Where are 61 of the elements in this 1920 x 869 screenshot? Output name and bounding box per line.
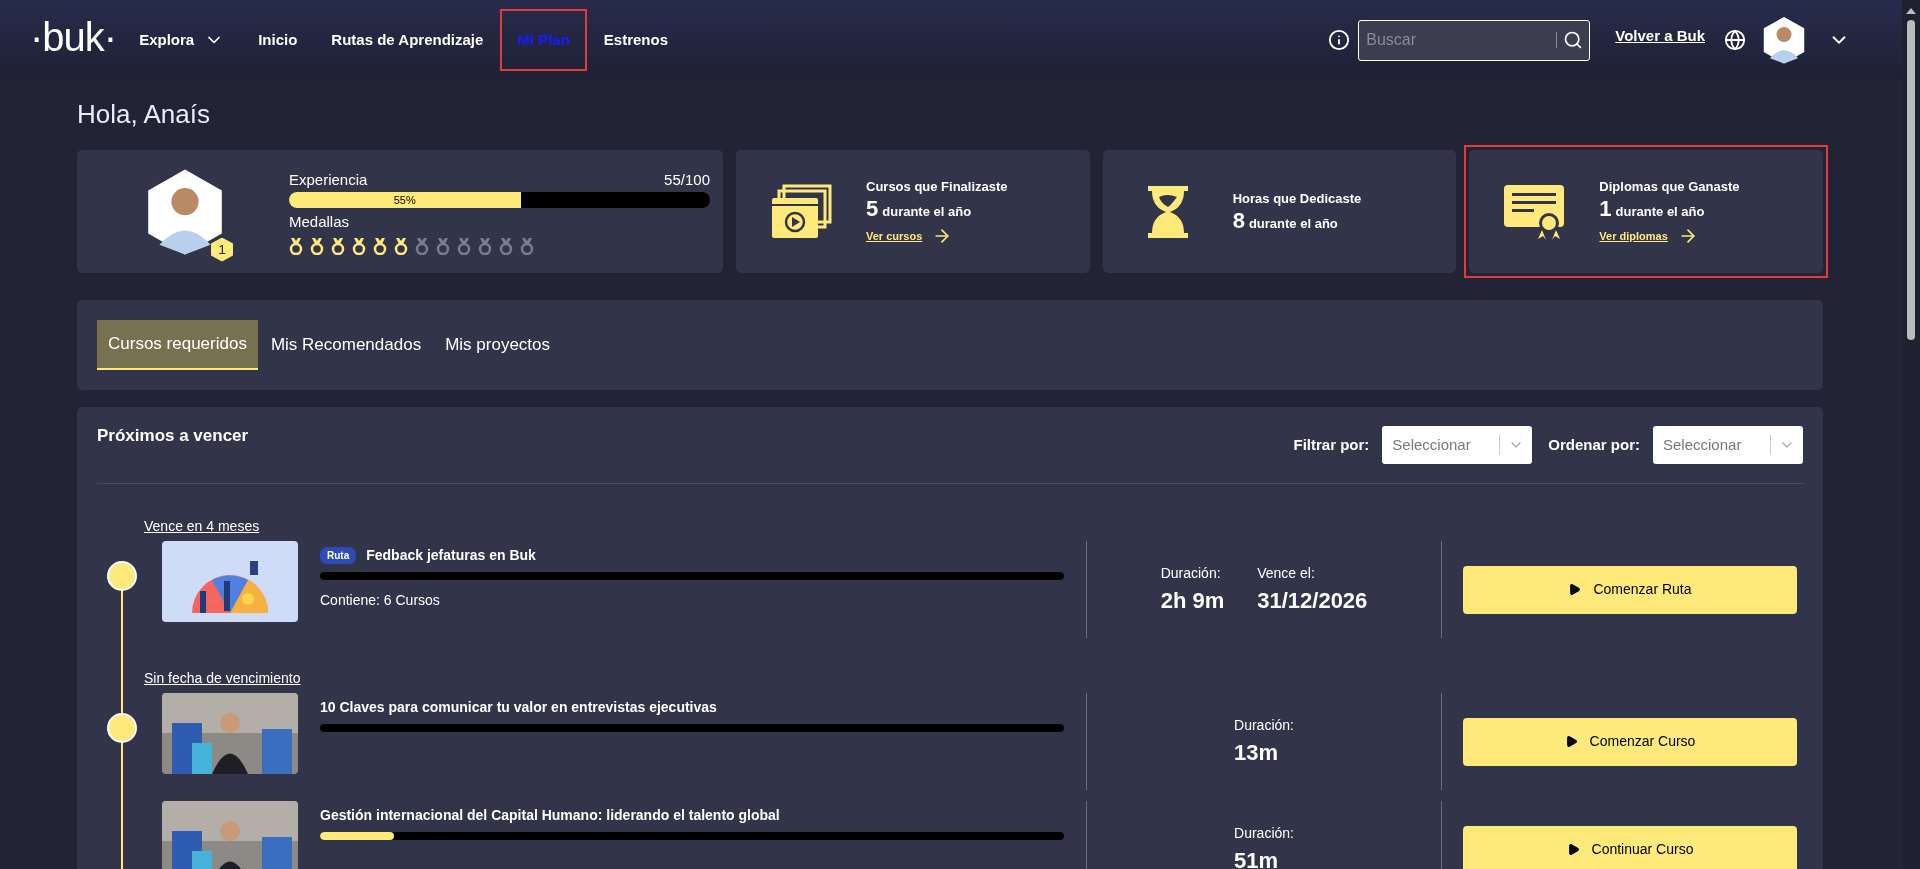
start-button[interactable]: Comenzar Curso — [1463, 717, 1797, 766]
video-windows-icon — [770, 183, 832, 240]
stat-suffix: durante el año — [882, 203, 972, 222]
experience-percent: 55% — [393, 193, 416, 208]
tab[interactable]: Mis proyectos — [434, 320, 562, 370]
experience-value: 55/100 — [664, 169, 710, 190]
group-heading: Sin fecha de vencimiento — [144, 669, 302, 688]
nav-link[interactable]: Inicio — [246, 28, 310, 52]
logo[interactable]: ·buk· — [30, 17, 117, 57]
due-label: Vence el: — [1257, 563, 1316, 583]
filter-dropdown[interactable]: Seleccionar — [1382, 426, 1533, 464]
group-heading: Vence en 4 meses — [144, 517, 261, 536]
hourglass-icon — [1146, 184, 1189, 239]
filter-label: Filtrar por: — [1293, 434, 1370, 455]
tab[interactable]: Mis Recomendados — [259, 320, 433, 370]
list-title: Próximos a vencer — [97, 425, 249, 448]
stat-title: Horas que Dedicaste — [1232, 189, 1362, 208]
nav-link[interactable]: Explora — [127, 28, 237, 52]
nav-link[interactable]: Estrenos — [591, 28, 681, 52]
stat-title: Diplomas que Ganaste — [1599, 177, 1740, 196]
info-icon[interactable] — [1328, 29, 1351, 51]
play-icon — [1568, 583, 1582, 596]
stat-suffix: durante el año — [1248, 215, 1338, 234]
stat-count: 8 — [1232, 208, 1245, 235]
experience-label: Experiencia — [289, 169, 368, 190]
duration-value: 13m — [1234, 738, 1280, 767]
certificate-icon — [1502, 182, 1567, 241]
globe-icon[interactable] — [1724, 29, 1746, 51]
duration-label: Duración: — [1160, 563, 1222, 583]
level-badge: 1 — [211, 237, 233, 262]
route-tag: Ruta — [320, 547, 357, 564]
course-title: Gestión internacional del Capital Humano: liderando el talento global — [320, 806, 780, 825]
greeting: Hola, Anaís — [77, 98, 211, 131]
duration-label: Duración: — [1234, 823, 1294, 843]
avatar — [1762, 15, 1806, 65]
search-field[interactable]: Buscar — [1358, 19, 1591, 61]
search-icon[interactable] — [1563, 30, 1584, 50]
course-title: 10 Claves para comunicar tu valor en entrevistas ejecutivas — [320, 698, 717, 717]
stat-suffix: durante el año — [1615, 203, 1705, 222]
course-title: Fedback jefaturas en Buk — [366, 546, 536, 565]
stat-title: Cursos que Finalizaste — [866, 177, 1008, 196]
start-button[interactable]: Comenzar Ruta — [1463, 565, 1797, 614]
stat-link[interactable]: Ver cursos — [866, 228, 923, 245]
play-icon — [1566, 843, 1580, 856]
medals-label: Medallas — [289, 212, 351, 232]
duration-value: 2h 9m — [1160, 586, 1225, 615]
sort-dropdown[interactable]: Seleccionar — [1653, 426, 1803, 464]
sort-label: Ordenar por: — [1548, 434, 1640, 455]
duration-value: 51m — [1234, 846, 1280, 869]
duration-label: Duración: — [1234, 715, 1294, 735]
play-icon — [1564, 735, 1578, 748]
due-date: 31/12/2026 — [1257, 586, 1368, 615]
stat-link[interactable]: Ver diplomas — [1599, 228, 1668, 245]
back-link[interactable]: Volver a Buk — [1615, 24, 1705, 48]
search-input[interactable]: Buscar — [1366, 28, 1551, 52]
stat-count: 1 — [1599, 196, 1612, 223]
stat-count: 5 — [866, 196, 879, 223]
start-button[interactable]: Continuar Curso — [1463, 825, 1797, 869]
nav-link[interactable]: Rutas de Aprendizaje — [319, 28, 496, 52]
tab[interactable]: Cursos requeridos — [97, 320, 258, 370]
course-count: Contiene: 6 Cursos — [320, 591, 441, 610]
